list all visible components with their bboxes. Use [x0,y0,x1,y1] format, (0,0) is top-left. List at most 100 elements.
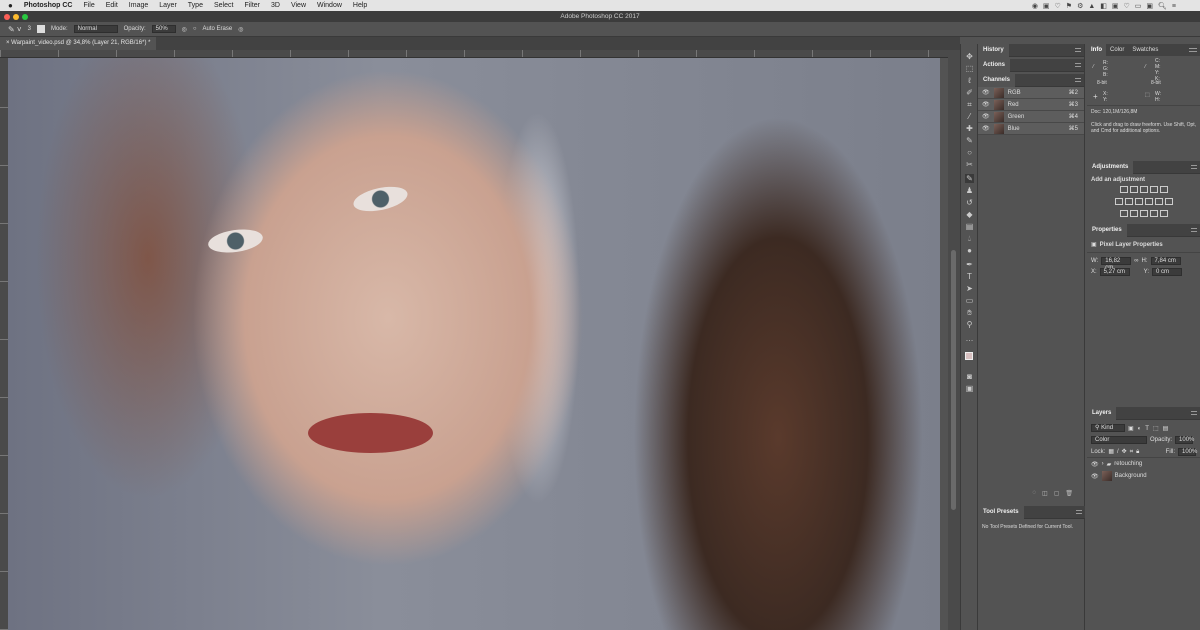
minimize-window-button[interactable] [13,14,19,20]
brush-size-picker[interactable]: 3 [28,26,31,32]
move-tool-icon[interactable]: ✥ [965,52,974,61]
visibility-eye-icon[interactable]: 👁︎ [1091,461,1099,468]
menu-type[interactable]: Type [188,2,203,9]
adjustments-tab[interactable]: Adjustments [1087,161,1134,174]
eyedropper-tool-icon[interactable]: ⁄ [965,112,974,121]
rectangle-tool-icon[interactable]: ▭ [965,296,974,305]
channel-row-blue[interactable]: 👁︎ Blue ⌘5 [978,123,1084,135]
type-tool-icon[interactable]: T [965,272,974,281]
menu-view[interactable]: View [291,2,306,9]
clone-stamp-tool-icon[interactable]: ♟ [965,186,974,195]
pressure-size-icon[interactable]: ◎ [238,26,243,33]
tool-presets-header[interactable]: Tool Presets [978,506,1085,519]
lock-icons[interactable]: ▦/✥⌗🔒︎ [1108,448,1142,456]
group-expand-icon[interactable]: › [1102,461,1104,467]
quick-mask-icon[interactable]: ◙ [965,372,974,381]
load-selection-icon[interactable]: ◌ [1032,490,1036,500]
close-window-button[interactable] [4,14,10,20]
channels-panel-header[interactable]: Channels [978,74,1084,87]
hue-saturation-icon[interactable] [1114,198,1123,205]
link-icon[interactable]: ∞ [1134,258,1138,264]
levels-icon[interactable] [1129,186,1138,193]
curves-icon[interactable] [1139,186,1148,193]
history-tab[interactable]: History [978,44,1009,57]
layer-row-retouching[interactable]: 👁︎ › ▰ retouching [1087,458,1200,470]
panel-menu-icon[interactable] [1076,510,1082,514]
ellipse-tool-icon[interactable]: ○ [965,148,974,157]
layer-filter-icons[interactable]: ▣◐T⬚▤ [1128,425,1172,432]
auto-erase-checkbox[interactable]: ○ [193,26,197,32]
fill-field[interactable]: 100% [1178,447,1197,456]
panel-menu-icon[interactable] [1075,78,1081,82]
posterize-icon[interactable] [1129,210,1138,217]
threshold-icon[interactable] [1139,210,1148,217]
color-lookup-icon[interactable] [1164,198,1173,205]
panel-menu-icon[interactable] [1075,48,1081,52]
height-field[interactable]: 7,84 cm [1150,256,1181,265]
foreground-color-swatch[interactable] [965,352,973,360]
visibility-eye-icon[interactable]: 👁︎ [982,89,990,96]
channel-row-green[interactable]: 👁︎ Green ⌘4 [978,111,1084,123]
visibility-eye-icon[interactable]: 👁︎ [1091,473,1099,480]
channel-mixer-icon[interactable] [1154,198,1163,205]
properties-tab[interactable]: Properties [1087,224,1127,237]
opacity-field[interactable]: 50% [151,25,176,33]
canvas-image[interactable] [8,58,940,630]
menu-select[interactable]: Select [214,2,233,9]
visibility-eye-icon[interactable]: 👁︎ [982,101,990,108]
pencil-tool-icon[interactable]: ✎ [965,174,974,183]
tab-color[interactable]: Color [1106,44,1128,56]
menu-edit[interactable]: Edit [106,2,118,9]
channel-row-red[interactable]: 👁︎ Red ⌘3 [978,99,1084,111]
blur-tool-icon[interactable]: 💧︎ [965,234,974,243]
channels-tab[interactable]: Channels [978,74,1016,87]
channel-row-rgb[interactable]: 👁︎ RGB ⌘2 [978,87,1084,99]
menu-app[interactable]: Photoshop CC [24,2,73,9]
brightness-icon[interactable] [1119,186,1128,193]
actions-tab[interactable]: Actions [978,59,1011,72]
exposure-icon[interactable] [1149,186,1158,193]
pen-tool-icon[interactable]: ✒ [965,260,974,269]
apple-icon[interactable]: ● [8,1,13,10]
vibrance-icon[interactable] [1159,186,1168,193]
tab-info[interactable]: Info [1087,44,1106,56]
eraser-tool-icon[interactable]: ◆ [965,210,974,219]
tab-swatches[interactable]: Swatches [1128,44,1162,56]
menu-layer[interactable]: Layer [159,2,177,9]
menu-help[interactable]: Help [353,2,367,9]
menu-window[interactable]: Window [317,2,342,9]
y-field[interactable]: 0 cm [1152,267,1183,276]
more-tools-icon[interactable]: … [965,334,974,343]
blend-mode-select[interactable]: Color [1091,436,1147,444]
quick-select-tool-icon[interactable]: ✐ [965,88,974,97]
crop-tool-icon[interactable]: ⌗ [965,100,974,109]
healing-tool-icon[interactable]: ✚ [965,124,974,133]
menu-filter[interactable]: Filter [244,2,260,9]
dodge-tool-icon[interactable]: ● [965,246,974,255]
layers-header[interactable]: Layers [1087,407,1200,420]
adjustments-header[interactable]: Adjustments [1087,161,1200,174]
path-select-tool-icon[interactable]: ➤ [965,284,974,293]
marquee-tool-icon[interactable]: ⬚ [965,64,974,73]
visibility-eye-icon[interactable]: 👁︎ [982,125,990,132]
brush-tool-icon[interactable]: ✎ [965,136,974,145]
tool-presets-tab[interactable]: Tool Presets [978,506,1024,519]
gradient-map-icon[interactable] [1159,210,1168,217]
actions-panel-header[interactable]: Actions [978,59,1084,72]
screen-mode-icon[interactable]: ▣ [965,384,974,393]
width-field[interactable]: 16,82 cm [1101,256,1132,271]
panel-menu-icon[interactable] [1191,165,1197,169]
document-tab[interactable]: × Warpaint_video.psd @ 34,8% (Layer 21, … [0,37,157,50]
menu-file[interactable]: File [83,2,94,9]
gradient-tool-icon[interactable]: ▤ [965,222,974,231]
hand-tool-icon[interactable]: ✋︎ [965,308,974,317]
visibility-eye-icon[interactable]: 👁︎ [982,113,990,120]
selective-color-icon[interactable] [1149,210,1158,217]
zoom-window-button[interactable] [22,14,28,20]
new-channel-icon[interactable]: ▢ [1054,490,1060,500]
panel-menu-icon[interactable] [1191,228,1197,232]
panel-menu-icon[interactable] [1075,63,1081,67]
history-brush-tool-icon[interactable]: ↺ [965,198,974,207]
pressure-opacity-icon[interactable]: ◎ [182,26,187,33]
zoom-tool-icon[interactable]: ⚲ [965,320,974,329]
